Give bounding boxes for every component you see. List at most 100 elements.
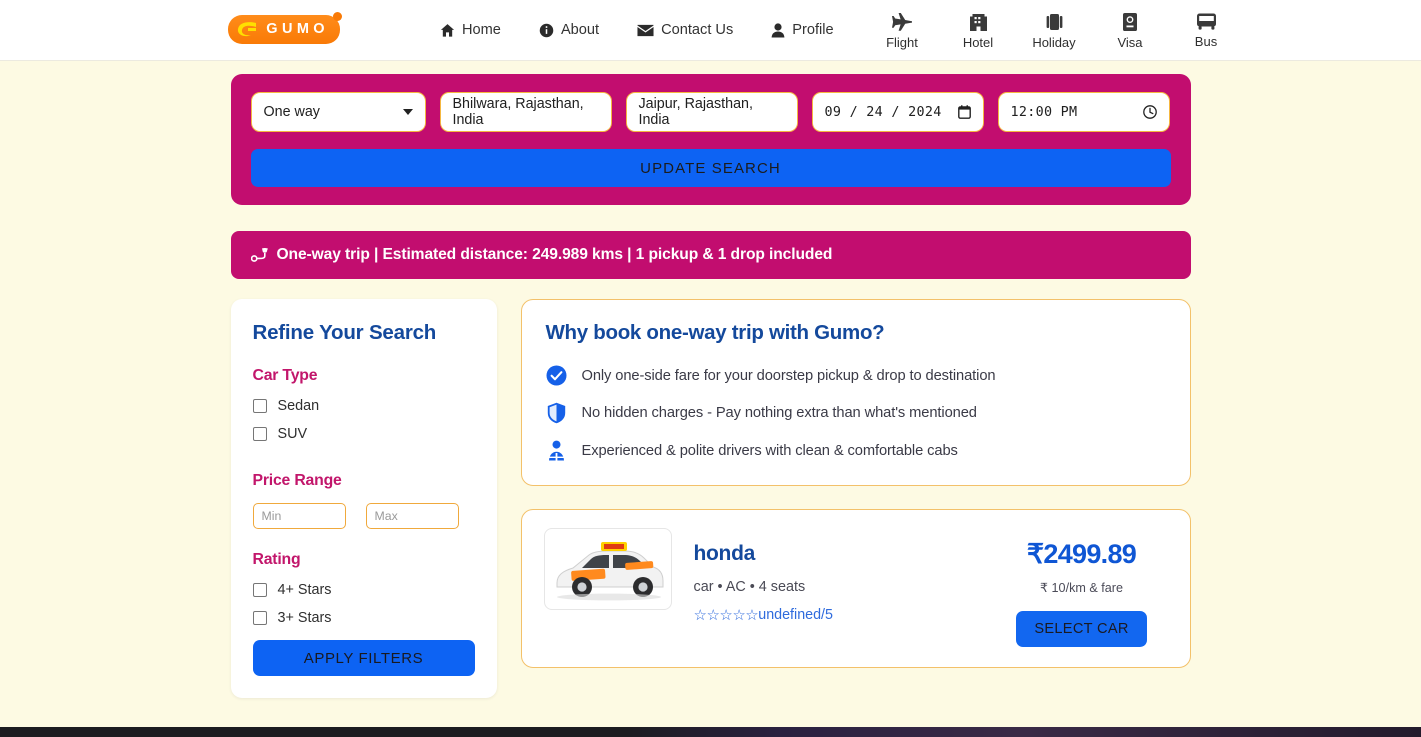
home-icon <box>440 23 455 37</box>
filter-label-4stars: 4+ Stars <box>277 582 332 598</box>
shield-icon <box>546 402 568 424</box>
hotel-icon <box>969 13 987 31</box>
gumo-logo[interactable]: GUMO <box>228 12 342 45</box>
service-label-flight: Flight <box>886 34 918 50</box>
nav-item-home[interactable]: Home <box>440 22 501 38</box>
search-fields-row: One way Bhilwara, Rajasthan, India Jaipu… <box>250 92 1171 132</box>
nav-item-contact[interactable]: Contact Us <box>637 22 733 38</box>
filter-checkbox-4stars[interactable]: 4+ Stars <box>252 582 475 598</box>
nav-item-about[interactable]: About <box>539 22 599 38</box>
filter-label-sedan: Sedan <box>277 398 320 414</box>
benefit-text: Only one-side fare for your doorstep pic… <box>581 367 996 384</box>
white-sedan-taxi-icon <box>556 542 663 601</box>
car-specs: car • AC • 4 seats <box>693 579 806 595</box>
filter-checkbox-3stars[interactable]: 3+ Stars <box>252 610 475 626</box>
calendar-icon <box>957 105 971 119</box>
select-car-button[interactable]: SELECT CAR <box>1016 611 1147 647</box>
filter-checkbox-sedan[interactable]: Sedan <box>252 398 475 414</box>
service-label-holiday: Holiday <box>1032 34 1076 50</box>
time-input[interactable]: 12:00 PM <box>997 92 1170 132</box>
checkbox-icon[interactable] <box>252 399 267 413</box>
service-item-holiday[interactable]: Holiday <box>1031 12 1077 49</box>
main-navigation: Home About Contact Us Profile <box>440 22 834 38</box>
trip-type-select[interactable]: One way <box>250 92 426 132</box>
check-circle-icon <box>546 365 568 386</box>
trip-summary-banner: One-way trip | Estimated distance: 249.9… <box>230 231 1191 279</box>
service-item-flight[interactable]: Flight <box>879 12 925 49</box>
date-value: 09 / 24 / 2024 <box>824 104 942 120</box>
time-value: 12:00 PM <box>1010 104 1078 120</box>
bus-icon <box>1196 13 1216 30</box>
service-item-visa[interactable]: Visa <box>1107 12 1153 49</box>
results-column: Why book one-way trip with Gumo? Only on… <box>520 299 1191 668</box>
car-type-heading: Car Type <box>252 367 318 384</box>
service-label-bus: Bus <box>1194 34 1218 49</box>
benefit-item: Only one-side fare for your doorstep pic… <box>546 365 1166 386</box>
checkbox-icon[interactable] <box>252 611 267 625</box>
nav-item-profile[interactable]: Profile <box>771 22 834 38</box>
envelope-icon <box>637 24 654 36</box>
gumo-swoosh-icon <box>237 22 256 37</box>
car-name: honda <box>693 542 756 565</box>
car-image <box>543 528 672 610</box>
logo-dot-icon <box>333 12 342 21</box>
nav-label-home: Home <box>462 22 501 38</box>
car-rate-note: ₹ 10/km & fare <box>1040 581 1123 595</box>
drop-value: Jaipur, Rajasthan, India <box>638 96 753 128</box>
nav-label-about: About <box>560 22 600 38</box>
nav-label-contact: Contact Us <box>661 22 734 38</box>
driver-icon <box>546 440 568 461</box>
nav-label-profile: Profile <box>792 22 834 38</box>
search-panel: One way Bhilwara, Rajasthan, India Jaipu… <box>230 74 1191 205</box>
car-result-card[interactable]: honda car • AC • 4 seats ☆☆☆☆☆ undefined… <box>520 509 1191 668</box>
filter-checkbox-suv[interactable]: SUV <box>252 426 475 442</box>
car-price: ₹2499.89 <box>1026 539 1137 569</box>
rating-value: undefined/5 <box>758 607 833 623</box>
car-details: honda car • AC • 4 seats ☆☆☆☆☆ undefined… <box>694 528 974 624</box>
why-book-title: Why book one-way trip with Gumo? <box>545 321 885 344</box>
site-header: GUMO Home About Contact Us Profile Fligh… <box>0 0 1421 61</box>
price-max-input[interactable] <box>365 503 459 529</box>
benefit-text: No hidden charges - Pay nothing extra th… <box>581 405 977 421</box>
sidebar-title: Refine Your Search <box>252 321 437 344</box>
passport-icon <box>1123 12 1137 31</box>
benefit-item: Experienced & polite drivers with clean … <box>546 440 1166 461</box>
rating-heading: Rating <box>252 551 301 568</box>
content-columns: Refine Your Search Car Type Sedan SUV Pr… <box>230 299 1191 698</box>
service-navigation: Flight Hotel Holiday Visa Bus <box>879 12 1229 49</box>
service-label-hotel: Hotel <box>962 34 994 50</box>
logo-text: GUMO <box>266 21 329 38</box>
drop-input[interactable]: Jaipur, Rajasthan, India <box>625 92 798 132</box>
info-circle-icon <box>539 23 554 37</box>
checkbox-icon[interactable] <box>252 583 267 597</box>
checkbox-icon[interactable] <box>252 427 267 441</box>
plane-icon <box>892 12 912 31</box>
service-item-bus[interactable]: Bus <box>1183 12 1229 48</box>
service-label-visa: Visa <box>1117 34 1143 50</box>
filter-label-3stars: 3+ Stars <box>277 610 332 626</box>
pickup-input[interactable]: Bhilwara, Rajasthan, India <box>439 92 612 132</box>
why-book-card: Why book one-way trip with Gumo? Only on… <box>520 299 1191 486</box>
price-min-input[interactable] <box>252 503 346 529</box>
update-search-button[interactable]: UPDATE SEARCH <box>250 149 1171 187</box>
price-range-row <box>252 503 475 529</box>
pickup-value: Bhilwara, Rajasthan, India <box>452 96 584 128</box>
trip-type-value: One way <box>263 104 320 120</box>
trip-summary-text: One-way trip | Estimated distance: 249.9… <box>276 246 833 263</box>
chevron-down-icon <box>402 109 413 115</box>
service-item-hotel[interactable]: Hotel <box>955 12 1001 49</box>
car-price-block: ₹2499.89 ₹ 10/km & fare SELECT CAR <box>996 528 1168 647</box>
benefit-item: No hidden charges - Pay nothing extra th… <box>546 402 1166 424</box>
filter-label-suv: SUV <box>277 426 308 442</box>
benefit-text: Experienced & polite drivers with clean … <box>581 442 958 459</box>
clock-icon <box>1142 105 1157 119</box>
apply-filters-button[interactable]: APPLY FILTERS <box>252 640 475 676</box>
page-root: GUMO Home About Contact Us Profile Fligh… <box>0 0 1421 737</box>
car-rating: ☆☆☆☆☆ undefined/5 <box>694 606 974 624</box>
price-range-heading: Price Range <box>252 472 342 489</box>
suitcase-icon <box>1046 13 1062 30</box>
date-input[interactable]: 09 / 24 / 2024 <box>811 92 984 132</box>
os-taskbar-edge <box>0 727 1421 737</box>
